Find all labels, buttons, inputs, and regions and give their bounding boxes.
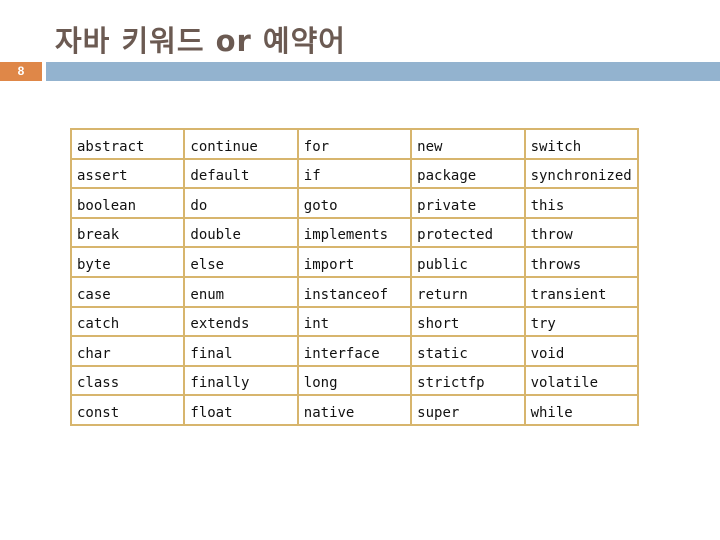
table-cell: void: [523, 335, 640, 367]
table-cell: if: [296, 157, 413, 190]
table-cell: import: [296, 246, 413, 278]
table-cell: static: [410, 335, 526, 367]
table-cell: goto: [296, 187, 413, 219]
table-cell: long: [296, 364, 413, 397]
table-cell: default: [183, 157, 299, 190]
header-bar: [46, 62, 720, 81]
table-cell: else: [183, 246, 299, 278]
table-cell: synchronized: [523, 157, 640, 190]
table-cell: abstract: [69, 128, 186, 160]
table-cell: throw: [523, 216, 640, 249]
table-cell: class: [69, 364, 186, 397]
table-row: abstract continue for new switch: [69, 128, 640, 160]
table-cell: strictfp: [410, 364, 526, 397]
table-cell: package: [410, 157, 526, 190]
table-cell: public: [410, 246, 526, 278]
table-row: break double implements protected throw: [69, 216, 640, 249]
table-cell: instanceof: [296, 275, 413, 308]
table-cell: volatile: [523, 364, 640, 397]
table-cell: continue: [183, 128, 299, 160]
table-cell: private: [410, 187, 526, 219]
table-row: byte else import public throws: [69, 246, 640, 278]
table-row: boolean do goto private this: [69, 187, 640, 219]
table-cell: native: [296, 394, 413, 426]
keywords-table: abstract continue for new switch assert …: [69, 128, 640, 426]
table-cell: float: [183, 394, 299, 426]
table-cell: assert: [69, 157, 186, 190]
table-cell: super: [410, 394, 526, 426]
table-cell: for: [296, 128, 413, 160]
page-number: 8: [0, 62, 42, 81]
table-row: case enum instanceof return transient: [69, 275, 640, 308]
table-row: assert default if package synchronized: [69, 157, 640, 190]
table-cell: while: [523, 394, 640, 426]
table-cell: switch: [523, 128, 640, 160]
table-cell: char: [69, 335, 186, 367]
table-cell: break: [69, 216, 186, 249]
table-cell: final: [183, 335, 299, 367]
table-cell: int: [296, 305, 413, 338]
table-cell: extends: [183, 305, 299, 338]
slide-title: 자바 키워드 or 예약어: [55, 24, 346, 58]
table-cell: enum: [183, 275, 299, 308]
table-cell: catch: [69, 305, 186, 338]
table-row: const float native super while: [69, 394, 640, 426]
table-cell: do: [183, 187, 299, 219]
table-cell: protected: [410, 216, 526, 249]
table-cell: interface: [296, 335, 413, 367]
table-cell: transient: [523, 275, 640, 308]
table-cell: boolean: [69, 187, 186, 219]
table-row: char final interface static void: [69, 335, 640, 367]
table-cell: byte: [69, 246, 186, 278]
table-cell: try: [523, 305, 640, 338]
table-row: class finally long strictfp volatile: [69, 364, 640, 397]
table-cell: throws: [523, 246, 640, 278]
table-cell: short: [410, 305, 526, 338]
keywords-table-body: abstract continue for new switch assert …: [69, 128, 640, 426]
table-cell: double: [183, 216, 299, 249]
table-row: catch extends int short try: [69, 305, 640, 338]
table-cell: new: [410, 128, 526, 160]
table-cell: this: [523, 187, 640, 219]
table-cell: const: [69, 394, 186, 426]
table-cell: return: [410, 275, 526, 308]
table-cell: case: [69, 275, 186, 308]
table-cell: finally: [183, 364, 299, 397]
table-cell: implements: [296, 216, 413, 249]
